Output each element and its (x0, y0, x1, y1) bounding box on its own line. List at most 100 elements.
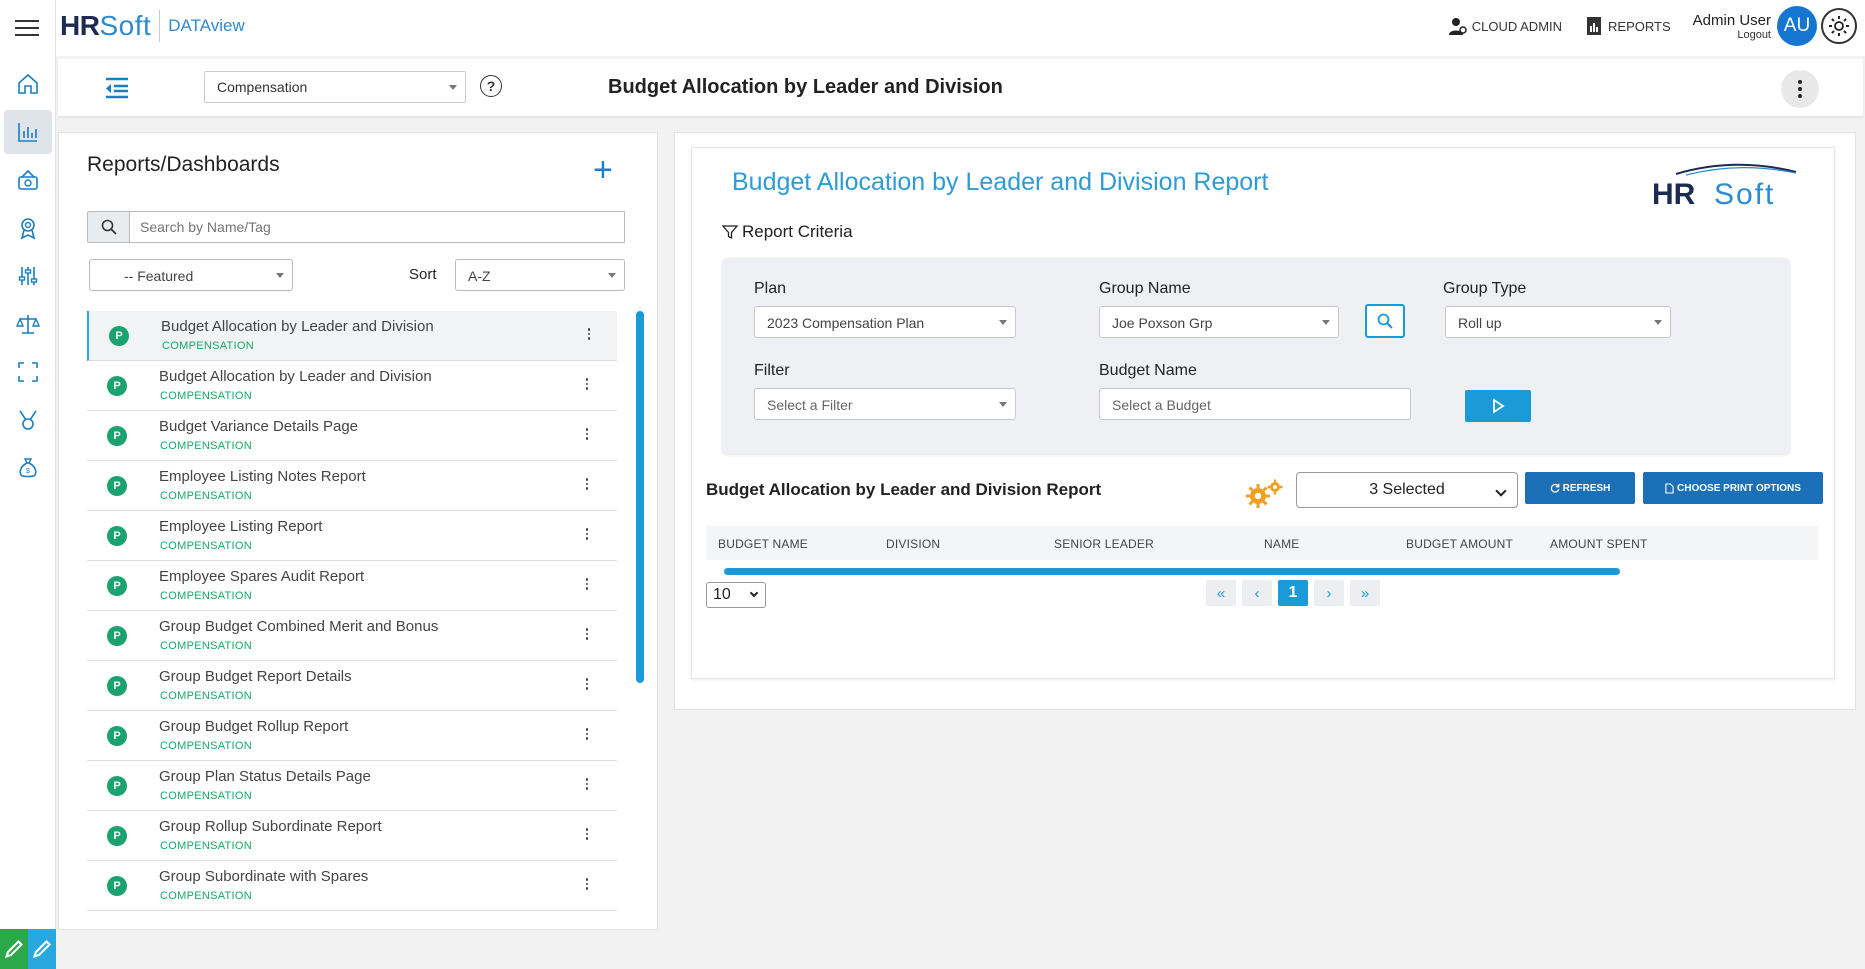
logo-divider (159, 10, 161, 42)
report-item-tag: COMPENSATION (160, 740, 253, 752)
chevron-down-icon (1654, 320, 1662, 325)
hrsoft-dataview-logo[interactable]: HR Soft DATAview (60, 10, 245, 42)
column-header[interactable]: BUDGET AMOUNT (1406, 537, 1513, 551)
list-scrollbar[interactable] (636, 311, 644, 683)
refresh-icon (1550, 483, 1559, 493)
column-header[interactable]: DIVISION (886, 537, 940, 551)
help-icon[interactable]: ? (480, 75, 502, 97)
edit-toggle[interactable] (0, 929, 56, 969)
table-title: Budget Allocation by Leader and Division… (706, 480, 1102, 499)
search-icon (1377, 313, 1393, 329)
user-name: Admin User (1692, 11, 1771, 29)
table-horizontal-scrollbar[interactable] (724, 568, 1620, 575)
report-list-item[interactable]: P Employee Listing Report COMPENSATION (87, 511, 617, 561)
item-more-options-icon[interactable] (583, 523, 591, 545)
column-settings-gears-icon[interactable] (1244, 478, 1284, 515)
more-options-icon[interactable] (1781, 70, 1819, 108)
item-more-options-icon[interactable] (583, 723, 591, 745)
report-list-item[interactable]: P Budget Allocation by Leader and Divisio… (87, 361, 617, 411)
group-name-select[interactable]: Joe Poxson Grp (1099, 306, 1339, 338)
plan-select[interactable]: 2023 Compensation Plan (754, 306, 1016, 338)
run-report-button[interactable] (1465, 390, 1531, 422)
avatar[interactable]: AU (1777, 6, 1817, 46)
sort-select[interactable]: A-Z (455, 259, 625, 291)
medal-icon[interactable] (4, 398, 52, 442)
reports-chart-icon[interactable] (4, 110, 52, 154)
report-item-tag: COMPENSATION (160, 440, 253, 452)
hrsoft-logo: HR Soft (1646, 162, 1806, 212)
chevron-down-icon (1495, 485, 1507, 497)
search-icon[interactable] (87, 211, 129, 243)
report-list: P Budget Allocation by Leader and Divisio… (87, 311, 617, 911)
report-list-item[interactable]: P Group Budget Rollup Report COMPENSATION (87, 711, 617, 761)
sliders-icon[interactable] (4, 254, 52, 298)
balance-scale-icon[interactable] (4, 302, 52, 346)
home-icon[interactable] (4, 62, 52, 106)
budget-money-icon[interactable] (4, 158, 52, 202)
featured-filter-value: -- Featured (124, 268, 194, 284)
group-type-select[interactable]: Roll up (1445, 306, 1671, 338)
item-more-options-icon[interactable] (585, 323, 593, 345)
filter-select[interactable]: Select a Filter (754, 388, 1016, 420)
item-more-options-icon[interactable] (583, 623, 591, 645)
page-size-select[interactable]: 10 (706, 582, 766, 608)
logout-link[interactable]: Logout (1693, 29, 1771, 41)
report-criteria-box: Plan 2023 Compensation Plan Group Name J… (722, 258, 1790, 454)
item-more-options-icon[interactable] (583, 823, 591, 845)
report-list-item[interactable]: P Budget Variance Details Page COMPENSATIO… (87, 411, 617, 461)
budget-name-input[interactable]: Select a Budget (1099, 388, 1411, 420)
refresh-label: REFRESH (1562, 482, 1611, 494)
last-page-button[interactable]: » (1350, 580, 1380, 606)
report-list-item[interactable]: P Employee Listing Notes Report COMPENSATI… (87, 461, 617, 511)
award-icon[interactable] (4, 206, 52, 250)
item-more-options-icon[interactable] (583, 473, 591, 495)
column-header[interactable]: BUDGET NAME (718, 537, 808, 551)
money-bag-icon[interactable]: $ (4, 446, 52, 490)
item-more-options-icon[interactable] (583, 773, 591, 795)
svg-text:Soft: Soft (1714, 178, 1775, 211)
reports-panel: Reports/Dashboards + -- Featured Sort A-… (58, 132, 658, 930)
report-item-title: Group Budget Report Details (159, 668, 352, 685)
collapse-panel-icon[interactable] (104, 75, 130, 106)
hamburger-menu-icon[interactable] (15, 16, 39, 38)
first-page-button[interactable]: « (1206, 580, 1236, 606)
search-input[interactable] (129, 211, 625, 243)
report-list-item[interactable]: P Group Budget Report Details COMPENSATION (87, 661, 617, 711)
expand-frame-icon[interactable] (4, 350, 52, 394)
current-page-button[interactable]: 1 (1278, 580, 1308, 606)
item-more-options-icon[interactable] (583, 373, 591, 395)
settings-gear-icon[interactable] (1821, 8, 1857, 44)
columns-select[interactable]: 3 Selected (1296, 472, 1518, 508)
reports-link[interactable]: REPORTS (1584, 16, 1671, 36)
column-header[interactable]: SENIOR LEADER (1054, 537, 1154, 551)
top-links: CLOUD ADMIN REPORTS Admin User Logout AU (1448, 6, 1865, 46)
featured-filter-select[interactable]: -- Featured (89, 259, 293, 291)
cloud-admin-link[interactable]: CLOUD ADMIN (1448, 16, 1562, 36)
group-name-label: Group Name (1099, 280, 1191, 297)
column-header[interactable]: NAME (1264, 537, 1299, 551)
report-list-item[interactable]: P Group Plan Status Details Page COMPENSAT… (87, 761, 617, 811)
choose-print-options-button[interactable]: CHOOSE PRINT OPTIONS (1643, 472, 1823, 504)
next-page-button[interactable]: › (1314, 580, 1344, 606)
column-header[interactable]: AMOUNT SPENT (1550, 537, 1648, 551)
pencil-icon[interactable] (0, 929, 28, 969)
report-list-item[interactable]: P Group Budget Combined Merit and Bonus CO… (87, 611, 617, 661)
pen-icon[interactable] (28, 929, 56, 969)
previous-page-button[interactable]: ‹ (1242, 580, 1272, 606)
report-list-item[interactable]: P Group Rollup Subordinate Report COMPENSA… (87, 811, 617, 861)
item-more-options-icon[interactable] (583, 573, 591, 595)
item-more-options-icon[interactable] (583, 673, 591, 695)
published-badge: P (107, 576, 127, 596)
group-search-button[interactable] (1365, 304, 1405, 338)
item-more-options-icon[interactable] (583, 873, 591, 895)
item-more-options-icon[interactable] (583, 423, 591, 445)
report-card: Budget Allocation by Leader and Division… (691, 147, 1835, 679)
add-report-button[interactable]: + (593, 153, 613, 187)
report-list-item[interactable]: P Group Subordinate with Spares COMPENSATI… (87, 861, 617, 911)
plan-label: Plan (754, 280, 787, 297)
refresh-button[interactable]: REFRESH (1525, 472, 1635, 504)
module-select[interactable]: Compensation (204, 71, 466, 103)
report-list-item[interactable]: P Employee Spares Audit Report COMPENSATIO… (87, 561, 617, 611)
report-list-item[interactable]: P Budget Allocation by Leader and Divisio… (87, 311, 617, 361)
published-badge: P (107, 426, 127, 446)
